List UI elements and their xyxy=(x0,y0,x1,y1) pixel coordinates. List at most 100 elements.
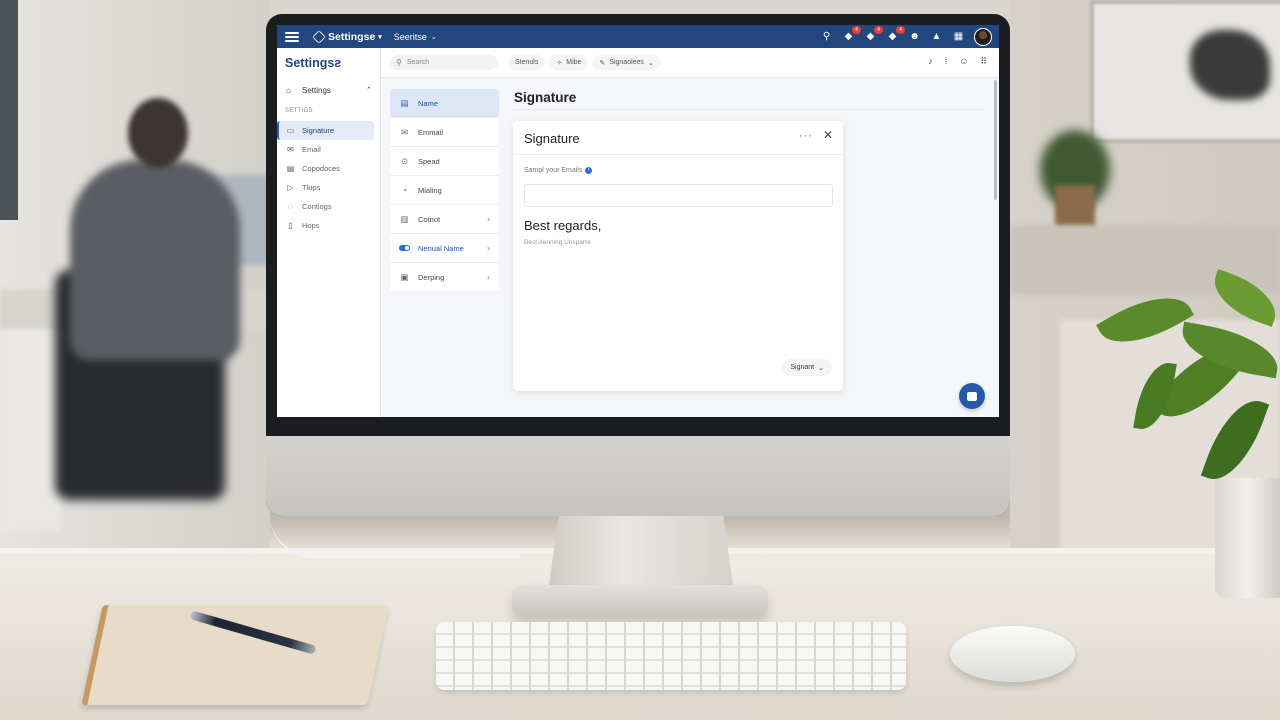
sidebar-group-settings[interactable]: ⌂ Settings ⌃ xyxy=(277,82,380,98)
chevron-right-icon: › xyxy=(487,272,490,282)
topbar-actions: ⚲ ◆ 4 ◆ 4 ◆ 4 ☻ ▲ ▦ xyxy=(820,26,992,46)
more-options-icon[interactable]: ··· xyxy=(799,130,813,142)
page-title: Signature xyxy=(514,90,577,105)
keyboard-keys xyxy=(436,622,906,690)
field-label: Sampl your Emails i xyxy=(524,167,593,174)
divider xyxy=(514,109,984,110)
signature-icon: ▭ xyxy=(286,126,295,135)
alert-icon[interactable]: ◆ 4 xyxy=(886,26,905,43)
notebook xyxy=(81,605,389,705)
pill-signaolees[interactable]: ✎ Signaolees ⌄ xyxy=(592,55,661,70)
email-icon: ✉ xyxy=(287,145,294,154)
menu-item-spead[interactable]: ⊙ Spead xyxy=(390,147,499,176)
sidebar-item-label: Contlogs xyxy=(302,202,332,211)
left-sidebar: Settingsƨ ⌂ Settings ⌃ SETTIGS ▭ Signatu… xyxy=(277,48,381,417)
chevron-right-icon: › xyxy=(487,214,490,224)
menu-item-label: Cotnot xyxy=(418,214,441,224)
card-header: Signature ··· ✕ xyxy=(513,121,843,155)
emoji-icon[interactable]: ☻ xyxy=(908,30,921,43)
sidebar-item-label: Hops xyxy=(302,221,320,230)
sidebar-title: Settingsƨ xyxy=(285,56,342,70)
menu-item-emmail[interactable]: ✉ Emmail xyxy=(390,118,499,147)
chevron-down-icon: ⌄ xyxy=(818,364,824,372)
chevron-down-icon: ▾ xyxy=(378,33,382,41)
chat-icon xyxy=(967,391,977,401)
email-field[interactable] xyxy=(524,184,833,207)
background-plant-pot xyxy=(1055,185,1095,225)
scrollbar[interactable] xyxy=(994,80,997,200)
signature-select-button[interactable]: Signant ⌄ xyxy=(782,359,832,376)
signature-card: Signature ··· ✕ Sampl your Emails i Best… xyxy=(513,121,843,391)
grid-icon[interactable]: ▦ xyxy=(952,30,965,43)
menu-item-label: Emmail xyxy=(418,127,444,137)
toolbar-icons: ♪ ⁞ ☺ ⠿ xyxy=(928,56,987,67)
background-window xyxy=(0,0,18,220)
sidebar-item-copodoces[interactable]: ▤ Copodoces xyxy=(277,159,374,178)
alert-badge: 4 xyxy=(896,26,905,34)
hamburger-menu-icon[interactable] xyxy=(285,31,299,42)
sidebar-item-email[interactable]: ✉ Email xyxy=(277,140,374,159)
pill-label: Mibe xyxy=(566,59,582,66)
monitor-chin xyxy=(266,436,1010,516)
chat-button[interactable] xyxy=(959,383,985,409)
sidebar-item-signature[interactable]: ▭ Signature xyxy=(277,121,374,140)
search-toolbar: ⚲ Search Stenuls ✧ Mibe ✎ Signaolees ⌄ ♪ ⁞ … xyxy=(381,48,999,78)
monitor-cable xyxy=(270,515,520,558)
more-icon[interactable]: ⠿ xyxy=(980,56,987,67)
field-label-text: Sampl your Emails xyxy=(524,167,583,174)
pill-mibe[interactable]: ✧ Mibe xyxy=(549,55,589,70)
search-input[interactable]: ⚲ Search xyxy=(390,55,498,70)
contact-icon: ▥ xyxy=(400,213,409,224)
sidebar-item-tlops[interactable]: ▷ Tlops xyxy=(277,178,374,197)
chevron-up-icon: ⌃ xyxy=(366,87,372,94)
plant-pot xyxy=(1215,478,1280,598)
menu-item-label: Derping xyxy=(418,272,445,282)
notification-icon[interactable]: ◆ 4 xyxy=(842,26,861,43)
menu-item-derping[interactable]: ▣ Derping › xyxy=(390,263,499,292)
calendar-icon: ▣ xyxy=(400,271,409,282)
message-badge: 4 xyxy=(874,26,883,34)
close-icon[interactable]: ✕ xyxy=(823,128,833,142)
mail-icon: ✉ xyxy=(400,126,409,137)
bell-icon[interactable]: ♪ xyxy=(928,56,933,67)
apps-icon[interactable]: ⁞ xyxy=(945,56,948,67)
play-icon: ▷ xyxy=(287,183,294,192)
sidebar-item-label: Tlops xyxy=(302,183,321,192)
clock-icon: ◔ xyxy=(401,185,408,195)
doc-icon: ▯ xyxy=(288,221,293,230)
menu-item-label: Mialing xyxy=(418,185,442,195)
pill-stenuls[interactable]: Stenuls xyxy=(508,55,546,70)
sidebar-items: ▭ Signature ✉ Email ▤ Copodoces ▷ Tlops … xyxy=(277,121,380,235)
wall-art xyxy=(1190,30,1270,100)
card-title: Signature xyxy=(524,131,580,146)
sidebar-item-label: Copodoces xyxy=(302,164,340,173)
search-icon[interactable]: ⚲ xyxy=(820,30,833,43)
monitor-stand xyxy=(548,512,734,592)
menu-item-nenual-name[interactable]: Nenual Name › xyxy=(390,234,499,263)
mouse xyxy=(950,626,1075,682)
toggle-icon[interactable] xyxy=(399,243,410,253)
app-screen: Settingse ▾ Seeritse ⌄ ⚲ ◆ 4 ◆ 4 ◆ 4 ☻ ▲ ▦ … xyxy=(277,25,999,417)
message-icon[interactable]: ◆ 4 xyxy=(864,26,883,43)
filter-pills: Stenuls ✧ Mibe ✎ Signaolees ⌄ xyxy=(508,55,661,70)
pill-label: Signaolees xyxy=(609,59,644,66)
sidebar-item-contlogs[interactable]: ◌ Contlogs xyxy=(277,197,374,216)
chevron-down-icon: ⌄ xyxy=(647,59,654,67)
sidebar-item-hops[interactable]: ▯ Hops xyxy=(277,216,374,235)
workspace-dropdown[interactable]: Seeritse ⌄ xyxy=(394,32,437,42)
brand-menu[interactable]: Settingse ▾ xyxy=(312,29,382,44)
signature-text[interactable]: Best regards, xyxy=(524,218,601,233)
menu-item-cotnot[interactable]: ▥ Cotnot › xyxy=(390,205,499,234)
magic-icon: ✧ xyxy=(556,59,563,67)
menu-item-mialing[interactable]: ◔ Mialing xyxy=(390,176,499,205)
sidebar-section-label: SETTIGS xyxy=(285,108,313,114)
avatar[interactable] xyxy=(974,27,992,46)
top-bar: Settingse ▾ Seeritse ⌄ ⚲ ◆ 4 ◆ 4 ◆ 4 ☻ ▲ ▦ xyxy=(277,25,999,48)
chevron-right-icon: › xyxy=(487,243,490,253)
search-placeholder: Search xyxy=(406,59,430,66)
emoji-icon[interactable]: ☺ xyxy=(959,56,968,67)
info-icon[interactable]: i xyxy=(585,167,593,174)
bell-icon[interactable]: ▲ xyxy=(930,30,943,43)
notification-badge: 4 xyxy=(852,26,861,34)
menu-item-name[interactable]: ▤ Name xyxy=(390,89,499,118)
